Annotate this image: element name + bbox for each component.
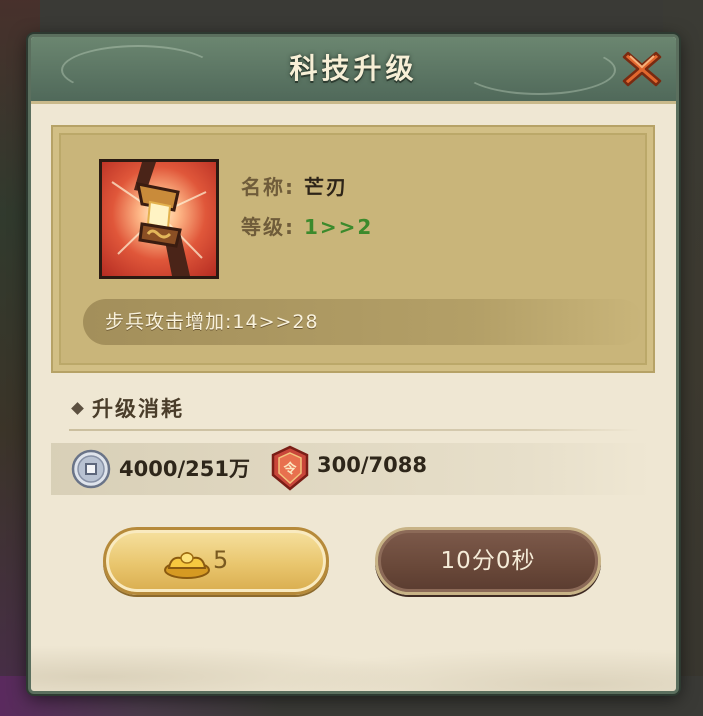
dialog-title: 科技升级	[289, 52, 418, 85]
cost-section-title: 升级消耗	[71, 393, 184, 423]
blade-relic-icon	[99, 159, 219, 279]
tech-level-row: 等级: 1>>2	[241, 211, 373, 240]
tech-level-label: 等级:	[241, 215, 295, 239]
gold-ingot-icon	[164, 552, 210, 579]
bottom-cloud-ornament	[31, 621, 676, 691]
tech-name-row: 名称: 芒刃	[241, 171, 348, 200]
red-token-icon: 令	[271, 445, 309, 491]
tech-name-value: 芒刃	[303, 175, 348, 199]
svg-text:令: 令	[283, 461, 297, 477]
gold-cost-label: 5	[213, 546, 229, 574]
tech-info-card: 名称: 芒刃 等级: 1>>2 步兵攻击增加:14>>28	[51, 125, 655, 373]
silver-coin-icon	[71, 449, 111, 489]
tech-name-label: 名称:	[241, 175, 295, 199]
cost-section-title-text: 升级消耗	[92, 397, 184, 421]
diamond-bullet-icon	[71, 402, 84, 415]
close-button[interactable]	[620, 47, 664, 91]
section-divider	[69, 429, 639, 431]
silver-cost-text: 4000/251万	[119, 457, 250, 481]
tech-level-value: 1>>2	[303, 215, 374, 239]
token-cost-text: 300/7088	[317, 453, 427, 477]
tech-upgrade-dialog: 科技升级 名称: 芒刃 等级: 1>>2 步兵攻击增加:14>>28 升级消耗 …	[28, 34, 679, 694]
timer-label: 10分0秒	[440, 548, 536, 574]
blade-relic-art	[111, 162, 207, 276]
bonus-text: 步兵攻击增加:14>>28	[105, 311, 319, 333]
close-x-icon	[622, 51, 662, 87]
